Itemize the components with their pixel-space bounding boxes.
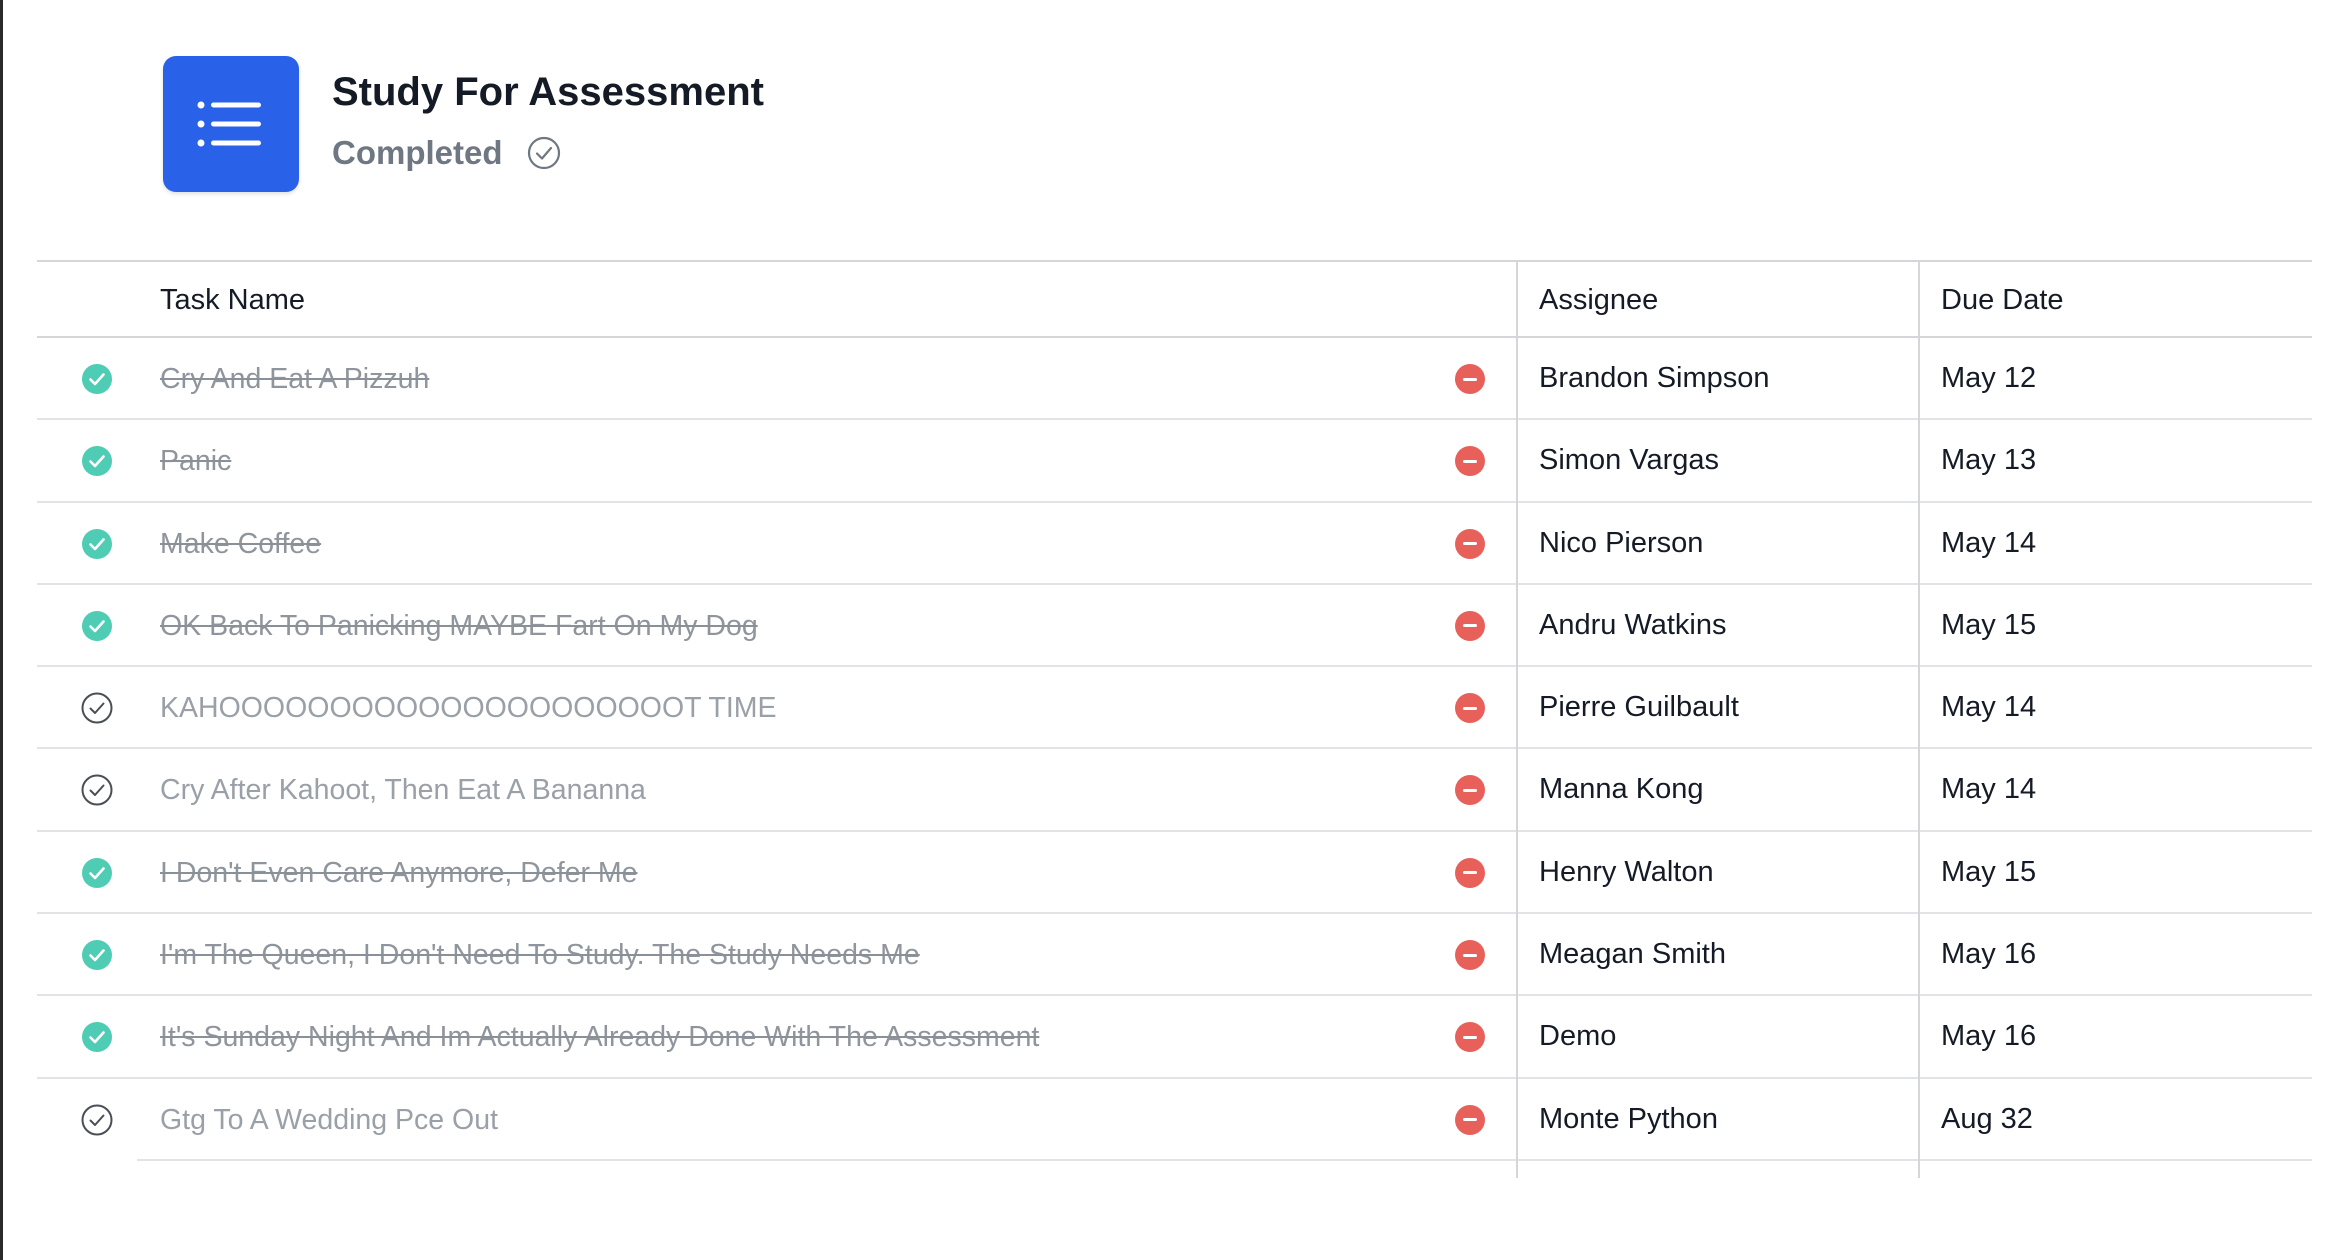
- due-date-cell[interactable]: May 14: [1941, 749, 2036, 829]
- check-circle-outline-icon[interactable]: [81, 692, 113, 724]
- remove-task-button[interactable]: [1455, 1104, 1485, 1135]
- remove-task-button[interactable]: [1455, 693, 1485, 724]
- task-name[interactable]: KAHOOOOOOOOOOOOOOOOOOOOOT TIME: [160, 667, 777, 747]
- assignee-cell[interactable]: Simon Vargas: [1539, 420, 1719, 500]
- task-name[interactable]: Cry After Kahoot, Then Eat A Bananna: [160, 749, 646, 829]
- status-label: Completed: [332, 134, 503, 171]
- remove-task-button[interactable]: [1455, 610, 1485, 641]
- header-task-name[interactable]: Task Name: [160, 262, 305, 338]
- due-date-cell[interactable]: May 15: [1941, 585, 2036, 665]
- due-date-cell[interactable]: May 13: [1941, 420, 2036, 500]
- table-row[interactable]: I'm The Queen, I Don't Need To Study. Th…: [37, 914, 2312, 997]
- project-list-icon: [163, 56, 299, 192]
- task-name[interactable]: Make Coffee: [160, 503, 321, 583]
- check-circle-filled-icon[interactable]: [81, 445, 113, 477]
- due-date-cell[interactable]: Aug 32: [1941, 1079, 2033, 1159]
- task-name[interactable]: Panic: [160, 420, 231, 500]
- due-date-cell[interactable]: May 16: [1941, 996, 2036, 1076]
- check-circle-filled-icon[interactable]: [81, 857, 113, 889]
- project-page: Study For Assessment Completed Task Name…: [0, 0, 2330, 1260]
- table-row[interactable]: I Don't Even Care Anymore, Defer Me Henry…: [37, 832, 2312, 915]
- due-date-cell[interactable]: May 12: [1941, 338, 2036, 418]
- remove-task-button[interactable]: [1455, 364, 1485, 394]
- table-row[interactable]: OK Back To Panicking MAYBE Fart On My Do…: [37, 585, 2312, 668]
- task-name[interactable]: I'm The Queen, I Don't Need To Study. Th…: [160, 914, 920, 994]
- check-circle-filled-icon[interactable]: [81, 939, 113, 971]
- table-body: Cry And Eat A Pizzuh Brandon Simpson May 1…: [37, 338, 2312, 1161]
- assignee-cell[interactable]: Brandon Simpson: [1539, 338, 1770, 418]
- remove-task-button[interactable]: [1455, 446, 1485, 477]
- project-title: Study For Assessment: [332, 70, 764, 114]
- table-row[interactable]: Gtg To A Wedding Pce Out Monte Python Aug …: [81, 1079, 2312, 1161]
- table-row[interactable]: Make Coffee Nico Pierson May 14: [37, 503, 2312, 585]
- table-row[interactable]: It's Sunday Night And Im Actually Alread…: [37, 996, 2312, 1079]
- task-name[interactable]: OK Back To Panicking MAYBE Fart On My Do…: [160, 585, 758, 665]
- remove-task-button[interactable]: [1455, 857, 1485, 888]
- header-due-date[interactable]: Due Date: [1941, 262, 2064, 338]
- project-header-text: Study For Assessment Completed: [332, 56, 764, 173]
- assignee-cell[interactable]: Pierre Guilbault: [1539, 667, 1739, 747]
- check-circle-filled-icon[interactable]: [81, 528, 113, 560]
- due-date-cell[interactable]: May 14: [1941, 503, 2036, 583]
- check-circle-filled-icon[interactable]: [81, 1021, 113, 1053]
- remove-task-button[interactable]: [1455, 775, 1485, 806]
- due-date-cell[interactable]: May 16: [1941, 914, 2036, 994]
- column-divider-assignee: [1516, 260, 1518, 1178]
- header-assignee[interactable]: Assignee: [1539, 262, 1658, 338]
- remove-task-button[interactable]: [1455, 528, 1485, 559]
- list-icon: [197, 101, 261, 147]
- assignee-cell[interactable]: Henry Walton: [1539, 832, 1714, 912]
- table-row[interactable]: Cry After Kahoot, Then Eat A Bananna Mann…: [37, 749, 2312, 832]
- remove-task-button[interactable]: [1455, 940, 1485, 971]
- project-status: Completed: [332, 133, 764, 173]
- assignee-cell[interactable]: Andru Watkins: [1539, 585, 1727, 665]
- assignee-cell[interactable]: Meagan Smith: [1539, 914, 1726, 994]
- table-row[interactable]: Panic Simon Vargas May 13: [37, 420, 2312, 503]
- task-name[interactable]: I Don't Even Care Anymore, Defer Me: [160, 832, 637, 912]
- assignee-cell[interactable]: Demo: [1539, 996, 1616, 1076]
- check-circle-filled-icon[interactable]: [81, 363, 113, 395]
- check-circle-filled-icon[interactable]: [81, 610, 113, 642]
- column-divider-due: [1918, 260, 1920, 1178]
- remove-task-button[interactable]: [1455, 1022, 1485, 1053]
- table-row[interactable]: KAHOOOOOOOOOOOOOOOOOOOOOT TIME Pierre Gui…: [37, 667, 2312, 750]
- assignee-cell[interactable]: Monte Python: [1539, 1079, 1718, 1159]
- check-circle-outline-icon[interactable]: [81, 1104, 113, 1136]
- project-header: Study For Assessment Completed: [163, 56, 764, 192]
- due-date-cell[interactable]: May 15: [1941, 832, 2036, 912]
- due-date-cell[interactable]: May 14: [1941, 667, 2036, 747]
- assignee-cell[interactable]: Nico Pierson: [1539, 503, 1703, 583]
- check-circle-outline-icon[interactable]: [81, 774, 113, 806]
- table-row[interactable]: Cry And Eat A Pizzuh Brandon Simpson May 1…: [37, 338, 2312, 421]
- task-name[interactable]: Cry And Eat A Pizzuh: [160, 338, 429, 418]
- task-name[interactable]: Gtg To A Wedding Pce Out: [160, 1079, 498, 1159]
- status-check-icon: [527, 136, 561, 170]
- task-table: Task Name Assignee Due Date Cry And Eat …: [37, 260, 2312, 1178]
- assignee-cell[interactable]: Manna Kong: [1539, 749, 1703, 829]
- task-name[interactable]: It's Sunday Night And Im Actually Alread…: [160, 996, 1039, 1076]
- table-header: Task Name Assignee Due Date: [37, 260, 2312, 338]
